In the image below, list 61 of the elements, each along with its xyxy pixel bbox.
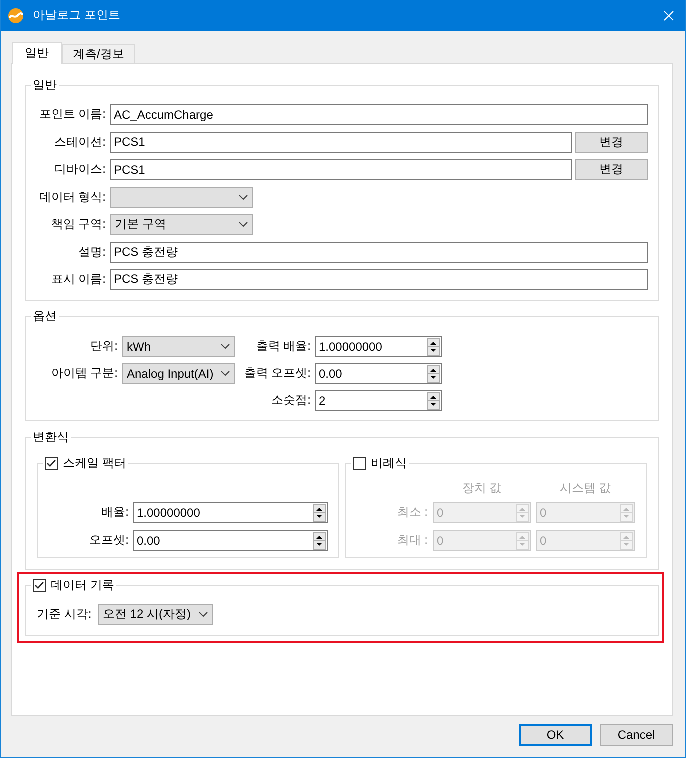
up-down-arrows-icon[interactable] <box>427 364 440 382</box>
number-field[interactable]: 2 <box>315 390 442 411</box>
field-label: 출력 배율: <box>255 338 311 355</box>
chevron-down-icon <box>221 344 230 349</box>
field-label: 표시 이름: <box>50 271 106 288</box>
field-label: 디바이스: <box>54 161 106 178</box>
chevron-down-icon <box>239 222 248 227</box>
group-title: 비례식 <box>371 455 407 471</box>
group-title: 일반 <box>33 77 57 93</box>
column-header: 시스템 값 <box>558 481 612 495</box>
column-header: 장치 값 <box>461 481 503 495</box>
text-field[interactable]: PCS 충전량 <box>110 242 648 262</box>
field-label: 아이템 구분: <box>50 365 118 382</box>
group-title: 데이터 기록 <box>51 577 114 593</box>
number-field[interactable]: 0.00 <box>315 363 442 384</box>
dropdown[interactable]: kWh <box>122 336 235 357</box>
up-down-arrows-icon[interactable] <box>313 532 326 550</box>
close-icon[interactable] <box>664 10 674 20</box>
group-title: 옵션 <box>33 308 57 324</box>
field-label: 스테이션: <box>54 134 106 150</box>
dropdown[interactable]: 기본 구역 <box>110 214 253 235</box>
field-label: 책임 구역: <box>50 216 106 233</box>
chevron-down-icon <box>199 612 208 617</box>
field-label: 오프셋: <box>88 532 129 549</box>
up-down-arrows-icon[interactable] <box>313 504 326 522</box>
text-field[interactable]: PCS 충전량 <box>110 269 648 290</box>
checkbox[interactable] <box>45 456 58 470</box>
number-field[interactable]: 0.00 <box>133 530 328 551</box>
up-down-arrows-icon[interactable] <box>427 392 440 410</box>
field-label: 데이터 형식: <box>38 188 106 206</box>
dropdown[interactable]: Analog Input(AI) <box>122 363 235 384</box>
change-button[interactable]: 변경 <box>575 132 648 152</box>
chevron-down-icon <box>221 371 230 376</box>
field-label: 최소 : <box>396 504 428 521</box>
tab[interactable]: 일반 <box>12 42 62 64</box>
field-label: 기준 시각: <box>37 606 93 623</box>
app-logo-icon <box>8 8 24 24</box>
dialog-button[interactable]: Cancel <box>600 724 673 746</box>
text-field[interactable]: AC_AccumCharge <box>110 104 648 125</box>
field-label: 출력 오프셋: <box>243 365 311 382</box>
group-title: 변환식 <box>33 429 69 445</box>
tab[interactable]: 계측/경보 <box>62 44 136 63</box>
field-label: 포인트 이름: <box>38 106 106 123</box>
field-label: 단위: <box>90 338 118 355</box>
up-down-arrows-icon[interactable] <box>427 338 440 356</box>
group-title: 스케일 팩터 <box>63 455 126 471</box>
dialog-button[interactable]: OK <box>519 724 592 746</box>
text-field[interactable]: PCS1 <box>110 132 572 152</box>
number-field[interactable]: 1.00000000 <box>315 336 442 357</box>
checkbox[interactable] <box>33 578 46 592</box>
checkbox[interactable] <box>353 456 366 470</box>
field-label: 소숫점: <box>270 392 311 409</box>
dropdown[interactable]: 오전 12 시(자정) <box>98 604 213 625</box>
field-label: 최대 : <box>396 532 428 549</box>
window-title: 아날로그 포인트 <box>33 7 122 24</box>
field-label: 배율: <box>100 504 129 521</box>
text-field[interactable]: PCS1 <box>110 159 572 180</box>
change-button[interactable]: 변경 <box>575 159 648 180</box>
number-field[interactable]: 1.00000000 <box>133 502 328 523</box>
field-label: 설명: <box>78 244 106 260</box>
chevron-down-icon <box>239 194 248 200</box>
